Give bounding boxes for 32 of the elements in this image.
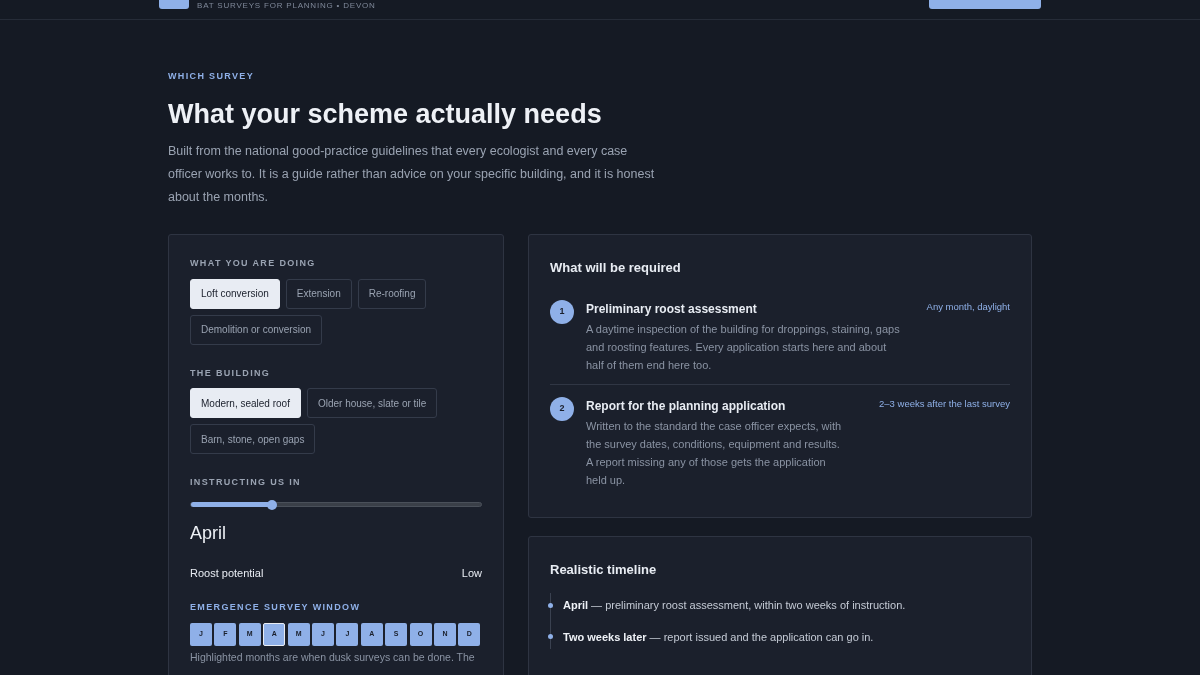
section-label: THE BUILDING [190,366,272,380]
step-title: Preliminary roost assessment [586,300,757,318]
eyebrow: WHICH SURVEY [168,70,256,83]
step-number: 2 [550,396,574,421]
section-label: INSTRUCTING US IN [190,476,302,489]
page-title: What your scheme actually needs [168,97,603,131]
step-title: Report for the planning application [586,397,786,415]
window-note: Highlighted months are when dusk surveys can be done. The [190,649,476,664]
header-subtitle: BAT SURVEYS FOR PLANNING • DEVON [197,1,376,11]
option-chip[interactable]: Loft conversion [190,278,280,309]
roost-label: Roost potential [190,565,264,581]
step-text: A daytime inspection of the building for droppings, staining, gaps and roosting features. Every application starts here and about half of them end here too. [586,321,901,373]
option-chip[interactable]: Re-roofing [357,278,427,309]
step-text: Written to the standard the case officer expects, with the survey dates, conditions, equipment and results. A report missing any of those gets the application held up. [586,418,843,488]
slider-thumb[interactable] [266,499,277,510]
option-chip[interactable]: Demolition or conversion [190,314,323,345]
option-chip[interactable]: Modern, sealed roof [190,388,301,418]
card-title: What will be required [550,259,682,277]
section-label: EMERGENCE SURVEY WINDOW [190,601,362,614]
month-value: April [190,521,227,545]
option-chip[interactable]: Barn, stone, open gaps [190,424,316,454]
section-label: WHAT YOU ARE DOING [190,257,317,270]
roost-value: Low [461,565,482,581]
step-timing: Any month, daylight [926,299,1010,314]
step-number: 1 [550,299,574,324]
step-timing: 2–3 weeks after the last survey [879,396,1010,411]
intro-text: Built from the national good-practice guidelines that every ecologist and every case officer works to. It is a guide rather than advice on your specific building, and it is honest about the months. [168,143,656,206]
card-title: Realistic timeline [550,560,658,579]
timeline-entry: Two weeks later — report issued and the application can go in. [563,629,874,645]
option-chip[interactable]: Older house, slate or tile [306,388,438,418]
option-chip[interactable]: Extension [285,278,352,309]
timeline-entry: April — preliminary roost assessment, within two weeks of instruction. [563,598,906,613]
